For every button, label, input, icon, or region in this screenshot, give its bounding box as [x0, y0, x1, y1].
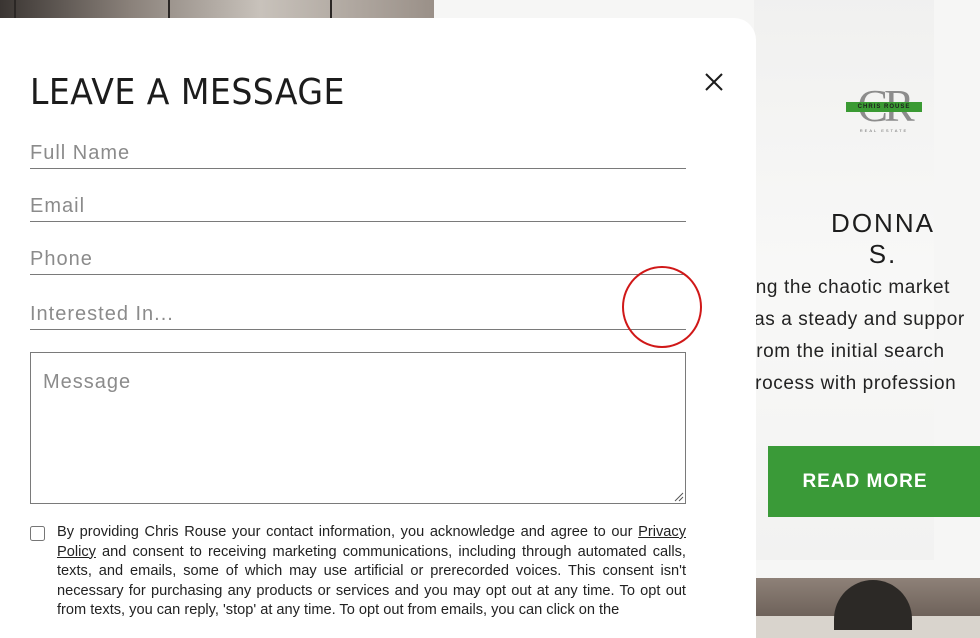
quote-line: vas a steady and suppor [744, 309, 965, 330]
interested-in-input[interactable] [30, 299, 686, 330]
close-button[interactable] [700, 68, 728, 96]
read-more-button[interactable]: READ MORE [768, 446, 980, 517]
consent-checkbox[interactable] [30, 526, 45, 541]
resize-grip-icon[interactable] [672, 490, 684, 502]
message-textarea[interactable] [30, 352, 686, 504]
close-icon [705, 73, 723, 91]
consent-text-rest: and consent to receiving marketing commu… [57, 543, 686, 619]
quote-line: process with profession [744, 373, 957, 394]
modal-title: LEAVE A MESSAGE [30, 72, 345, 113]
leave-message-modal: LEAVE A MESSAGE By providing Chris Rouse… [0, 18, 756, 638]
phone-input[interactable] [30, 244, 686, 275]
logo-subtext: REAL ESTATE [859, 128, 909, 133]
full-name-input[interactable] [30, 138, 686, 169]
quote-line: ring the chaotic market [744, 277, 950, 298]
logo-band: CHRIS ROUSE [846, 102, 922, 112]
background-photo [0, 0, 434, 20]
reviewer-name: DONNA S. [831, 208, 935, 269]
consent-text: By providing Chris Rouse your contact in… [57, 523, 686, 621]
brand-logo: CR CHRIS ROUSE REAL ESTATE [844, 80, 924, 138]
email-input[interactable] [30, 191, 686, 222]
testimonial-quote: ring the chaotic market vas a steady and… [744, 272, 980, 400]
consent-text-start: By providing Chris Rouse your contact in… [57, 524, 639, 540]
quote-line: From the initial search [744, 341, 945, 362]
